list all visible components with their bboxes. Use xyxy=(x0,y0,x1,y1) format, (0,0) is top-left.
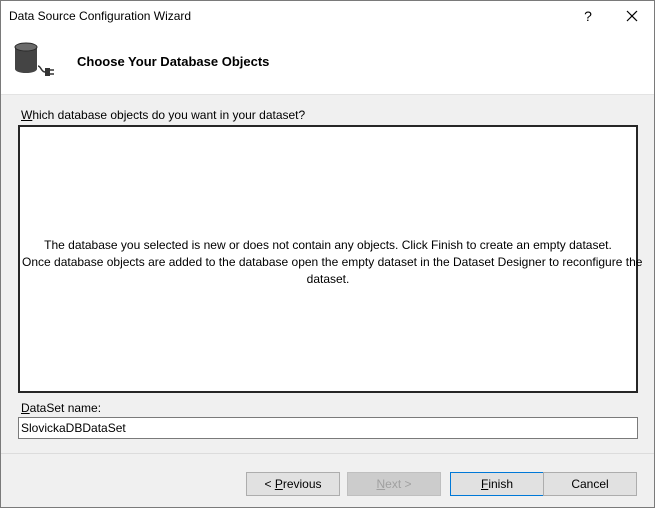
previous-button-mnemonic: P xyxy=(274,477,283,491)
objects-question-text: hich database objects do you want in you… xyxy=(32,108,306,122)
dataset-name-mnemonic: D xyxy=(21,401,30,415)
window-title: Data Source Configuration Wizard xyxy=(9,9,192,23)
message-line-3: dataset. xyxy=(306,271,350,286)
page-title: Choose Your Database Objects xyxy=(77,54,270,69)
wizard-window: Data Source Configuration Wizard ? Choos… xyxy=(0,0,655,508)
objects-question-label: Which database objects do you want in yo… xyxy=(21,108,305,122)
message-line-1: The database you selected is new or does… xyxy=(44,237,612,252)
wizard-header: Choose Your Database Objects xyxy=(1,31,654,95)
dataset-name-label-text: ataSet name: xyxy=(29,401,102,415)
next-button[interactable]: Next > xyxy=(347,472,441,496)
finish-button-label: inish xyxy=(488,477,514,491)
footer-separator xyxy=(1,453,654,454)
next-button-label: ext > xyxy=(385,477,412,491)
database-objects-tree[interactable]: The database you selected is new or does… xyxy=(18,125,643,393)
cancel-button[interactable]: Cancel xyxy=(543,472,637,496)
title-bar: Data Source Configuration Wizard ? xyxy=(1,1,654,31)
cancel-button-label: Cancel xyxy=(571,477,609,491)
close-icon xyxy=(626,10,638,22)
empty-database-message: The database you selected is new or does… xyxy=(22,231,643,288)
previous-button[interactable]: < Previous xyxy=(246,472,340,496)
close-button[interactable] xyxy=(610,1,654,31)
finish-button[interactable]: Finish xyxy=(450,472,544,496)
database-connection-icon xyxy=(14,42,54,76)
help-button[interactable]: ? xyxy=(566,1,610,31)
previous-button-label: revious xyxy=(282,477,322,491)
objects-question-mnemonic: W xyxy=(21,108,33,122)
previous-button-prefix: < xyxy=(264,477,275,491)
finish-button-mnemonic: F xyxy=(480,477,489,491)
message-line-2: Once database objects are added to the d… xyxy=(22,254,643,269)
dataset-name-label: DataSet name: xyxy=(21,401,101,415)
dataset-name-input[interactable] xyxy=(18,417,638,439)
next-button-mnemonic: N xyxy=(376,477,386,491)
help-icon: ? xyxy=(584,8,592,24)
